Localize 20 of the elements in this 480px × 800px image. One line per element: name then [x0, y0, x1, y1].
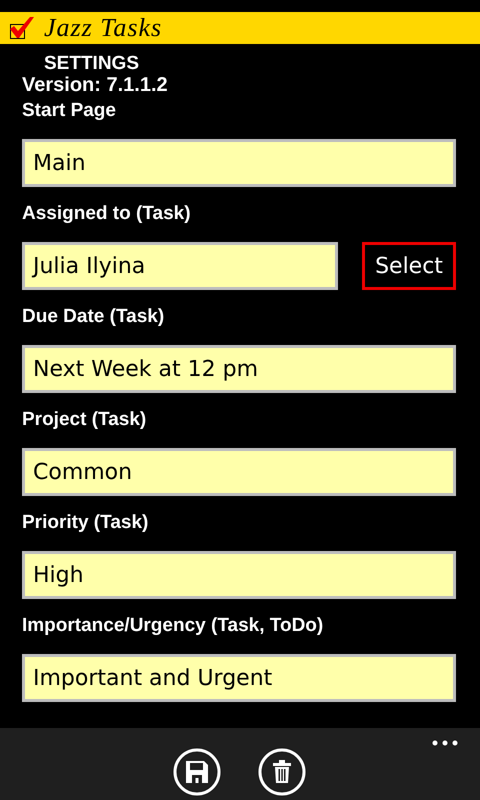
- field-label: Start Page: [22, 99, 117, 123]
- field-label: Project (Task): [22, 408, 148, 432]
- version-text: Version: 7.1.1.2: [22, 74, 169, 96]
- text-field[interactable]: Important and Urgent: [22, 654, 456, 702]
- more-icon[interactable]: [432, 740, 458, 746]
- text-field[interactable]: Main: [22, 139, 456, 187]
- field-label: Priority (Task): [22, 511, 150, 535]
- field-label: Importance/Urgency (Task, ToDo): [22, 614, 324, 638]
- select-button[interactable]: Select: [362, 242, 456, 290]
- save-button[interactable]: [173, 748, 221, 796]
- checkbox-logo-icon: [8, 15, 36, 41]
- text-field[interactable]: High: [22, 551, 456, 599]
- settings-heading: SETTINGS: [44, 54, 140, 74]
- text-field[interactable]: Julia Ilyina: [22, 242, 338, 290]
- text-field[interactable]: Next Week at 12 pm: [22, 345, 456, 393]
- text-field[interactable]: Common: [22, 448, 456, 496]
- field-label: Assigned to (Task): [22, 202, 192, 226]
- field-label: Due Date (Task): [22, 305, 166, 329]
- app-title: Jazz Tasks: [44, 13, 162, 43]
- delete-button[interactable]: [258, 748, 306, 796]
